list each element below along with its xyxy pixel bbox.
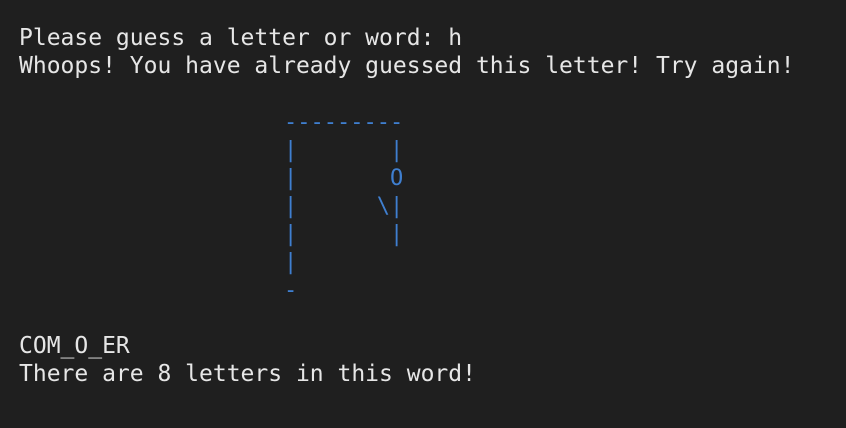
word-progress: COM_O_ER bbox=[19, 333, 130, 359]
letter-count-info: There are 8 letters in this word! bbox=[19, 361, 476, 387]
already-guessed-message: Whoops! You have already guessed this le… bbox=[19, 53, 795, 79]
terminal-output: Please guess a letter or word: h Whoops!… bbox=[0, 0, 846, 428]
guess-prompt-line: Please guess a letter or word: h bbox=[19, 25, 463, 51]
hangman-ascii-art: --------- | | | O | \| | | | - bbox=[284, 110, 404, 303]
